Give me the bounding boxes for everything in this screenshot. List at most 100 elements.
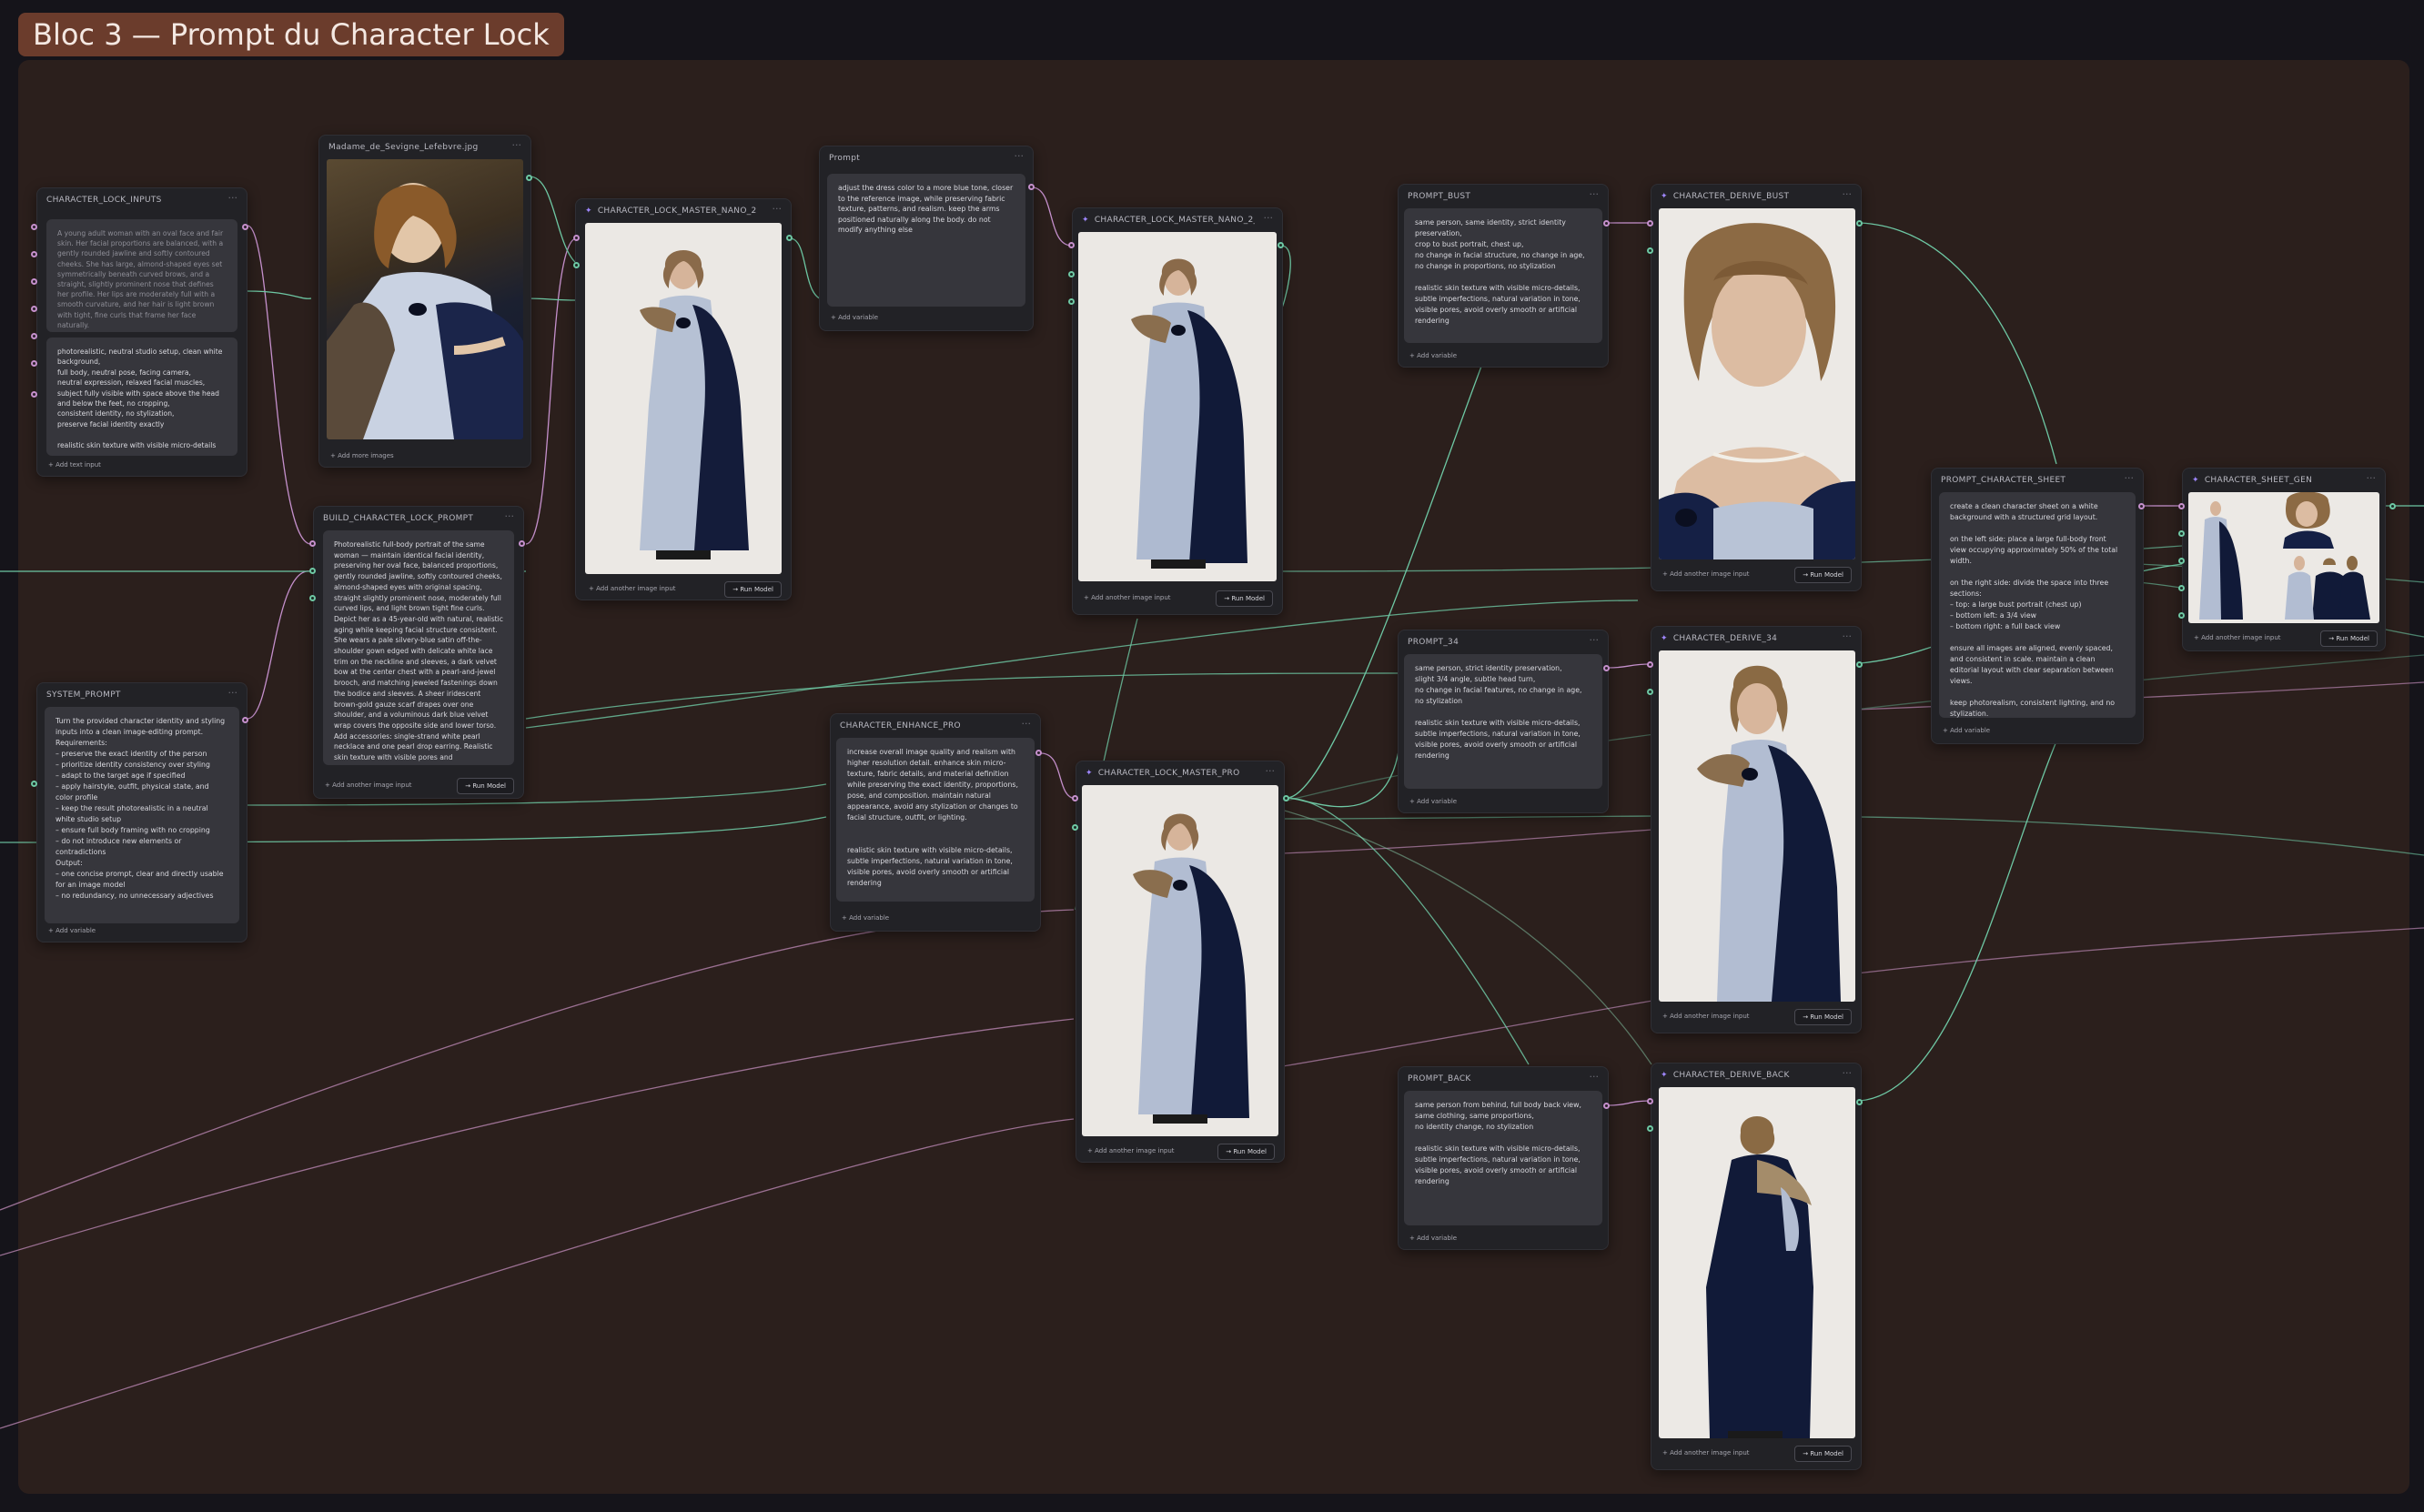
node-derive-bust[interactable]: ✦ CHARACTER_DERIVE_BUST ··· + Add another…	[1651, 184, 1862, 591]
build-prompt-output[interactable]: Photorealistic full-body portrait of the…	[323, 530, 514, 765]
input-port[interactable]	[309, 595, 316, 601]
text-input-identity[interactable]: A young adult woman with an oval face an…	[46, 219, 237, 332]
output-port[interactable]	[242, 717, 248, 723]
add-image-input-button[interactable]: + Add another image input	[325, 781, 412, 789]
add-variable-button[interactable]: + Add variable	[48, 927, 96, 934]
input-port[interactable]	[31, 333, 37, 339]
more-icon[interactable]: ···	[1843, 1067, 1853, 1079]
output-port[interactable]	[1856, 220, 1863, 227]
node-prompt-bust[interactable]: PROMPT_BUST ··· same person, same identi…	[1398, 184, 1609, 368]
output-port[interactable]	[1603, 1103, 1610, 1109]
input-port[interactable]	[31, 306, 37, 312]
run-model-button[interactable]: → Run Model	[724, 581, 782, 598]
input-port[interactable]	[2178, 558, 2185, 564]
add-image-input-button[interactable]: + Add another image input	[1662, 1013, 1750, 1020]
input-port[interactable]	[31, 224, 37, 230]
output-port[interactable]	[1856, 661, 1863, 668]
input-port[interactable]	[1068, 242, 1075, 248]
run-model-button[interactable]: → Run Model	[457, 778, 514, 794]
prompt-34-text[interactable]: same person, strict identity preservatio…	[1404, 654, 1602, 789]
text-input-styling[interactable]: photorealistic, neutral studio setup, cl…	[46, 338, 237, 456]
node-enhance-pro[interactable]: CHARACTER_ENHANCE_PRO ··· increase overa…	[830, 713, 1041, 932]
prompt-text[interactable]: adjust the dress color to a more blue to…	[827, 174, 1025, 307]
add-variable-button[interactable]: + Add variable	[1409, 352, 1457, 359]
output-port[interactable]	[1603, 665, 1610, 671]
run-model-button[interactable]: → Run Model	[1794, 567, 1852, 583]
group-title[interactable]: Bloc 3 — Prompt du Character Lock	[18, 13, 564, 56]
node-derive-back[interactable]: ✦ CHARACTER_DERIVE_BACK ··· + Add another…	[1651, 1063, 1862, 1470]
more-icon[interactable]: ···	[228, 687, 238, 699]
add-variable-button[interactable]: + Add variable	[842, 914, 889, 922]
prompt-back-text[interactable]: same person from behind, full body back …	[1404, 1091, 1602, 1225]
add-image-input-button[interactable]: + Add another image input	[1087, 1147, 1175, 1154]
output-port[interactable]	[1856, 1099, 1863, 1105]
run-model-button[interactable]: → Run Model	[1794, 1446, 1852, 1462]
node-prompt-34[interactable]: PROMPT_34 ··· same person, strict identi…	[1398, 630, 1609, 813]
more-icon[interactable]: ···	[1264, 212, 1274, 224]
input-port[interactable]	[1068, 271, 1075, 277]
input-port[interactable]	[1647, 1125, 1653, 1132]
more-icon[interactable]: ···	[2367, 472, 2377, 484]
node-build-prompt[interactable]: BUILD_CHARACTER_LOCK_PROMPT ··· Photorea…	[313, 506, 524, 799]
node-character-lock-inputs[interactable]: CHARACTER_LOCK_INPUTS ··· A young adult …	[36, 187, 247, 477]
node-derive-34[interactable]: ✦ CHARACTER_DERIVE_34 ··· + Add another i…	[1651, 626, 1862, 1033]
add-image-input-button[interactable]: + Add another image input	[1662, 1449, 1750, 1457]
node-prompt-back[interactable]: PROMPT_BACK ··· same person from behind,…	[1398, 1066, 1609, 1250]
node-master-nano-2-a[interactable]: ✦ CHARACTER_LOCK_MASTER_NANO_2_A... ··· +…	[1072, 207, 1283, 615]
input-port[interactable]	[573, 235, 580, 241]
input-port[interactable]	[1072, 824, 1078, 831]
input-port[interactable]	[1647, 1098, 1653, 1104]
output-port[interactable]	[2138, 503, 2145, 509]
output-port[interactable]	[786, 235, 793, 241]
system-prompt-text[interactable]: Turn the provided character identity and…	[45, 707, 239, 923]
add-variable-button[interactable]: + Add variable	[1409, 798, 1457, 805]
more-icon[interactable]: ···	[2125, 472, 2135, 484]
more-icon[interactable]: ···	[505, 510, 515, 522]
add-image-input-button[interactable]: + Add another image input	[1662, 570, 1750, 578]
output-port[interactable]	[2389, 503, 2396, 509]
node-sheet-gen[interactable]: ✦ CHARACTER_SHEET_GEN ··· + Add another i…	[2182, 468, 2386, 651]
input-port[interactable]	[31, 251, 37, 257]
input-port[interactable]	[31, 391, 37, 398]
add-image-input-button[interactable]: + Add another image input	[2194, 634, 2281, 641]
input-port[interactable]	[1647, 661, 1653, 668]
more-icon[interactable]: ···	[1590, 1071, 1600, 1083]
node-prompt[interactable]: Prompt ··· adjust the dress color to a m…	[819, 146, 1034, 331]
output-port[interactable]	[519, 540, 525, 547]
more-icon[interactable]: ···	[773, 203, 783, 215]
add-image-input-button[interactable]: + Add another image input	[589, 585, 676, 592]
node-prompt-sheet[interactable]: PROMPT_CHARACTER_SHEET ··· create a clea…	[1931, 468, 2144, 744]
add-image-input-button[interactable]: + Add another image input	[1084, 594, 1171, 601]
more-icon[interactable]: ···	[1843, 188, 1853, 200]
add-variable-button[interactable]: + Add variable	[1943, 727, 1990, 734]
output-port[interactable]	[242, 224, 248, 230]
input-port[interactable]	[31, 278, 37, 285]
more-icon[interactable]: ···	[228, 192, 238, 204]
input-port[interactable]	[1647, 220, 1653, 227]
node-master-nano-2[interactable]: ✦ CHARACTER_LOCK_MASTER_NANO_2 ··· + Add …	[575, 198, 792, 600]
run-model-button[interactable]: → Run Model	[2320, 630, 2378, 647]
more-icon[interactable]: ···	[1022, 718, 1032, 730]
input-port[interactable]	[2178, 612, 2185, 619]
more-icon[interactable]: ···	[512, 139, 522, 151]
input-port[interactable]	[1647, 689, 1653, 695]
prompt-bust-text[interactable]: same person, same identity, strict ident…	[1404, 208, 1602, 343]
add-variable-button[interactable]: + Add variable	[1409, 1235, 1457, 1242]
more-icon[interactable]: ···	[1266, 765, 1276, 777]
input-port[interactable]	[31, 360, 37, 367]
output-port[interactable]	[1035, 750, 1042, 756]
more-icon[interactable]: ···	[1590, 634, 1600, 646]
output-port[interactable]	[1028, 184, 1035, 190]
input-port[interactable]	[1068, 298, 1075, 305]
input-port[interactable]	[2178, 530, 2185, 537]
input-port[interactable]	[2178, 503, 2185, 509]
input-port[interactable]	[1647, 247, 1653, 254]
input-port[interactable]	[31, 781, 37, 787]
output-port[interactable]	[526, 175, 532, 181]
more-icon[interactable]: ···	[1590, 188, 1600, 200]
run-model-button[interactable]: → Run Model	[1794, 1009, 1852, 1025]
run-model-button[interactable]: → Run Model	[1216, 590, 1273, 607]
enhance-prompt-text[interactable]: increase overall image quality and reali…	[836, 738, 1035, 902]
run-model-button[interactable]: → Run Model	[1217, 1144, 1275, 1160]
input-port[interactable]	[2178, 585, 2185, 591]
